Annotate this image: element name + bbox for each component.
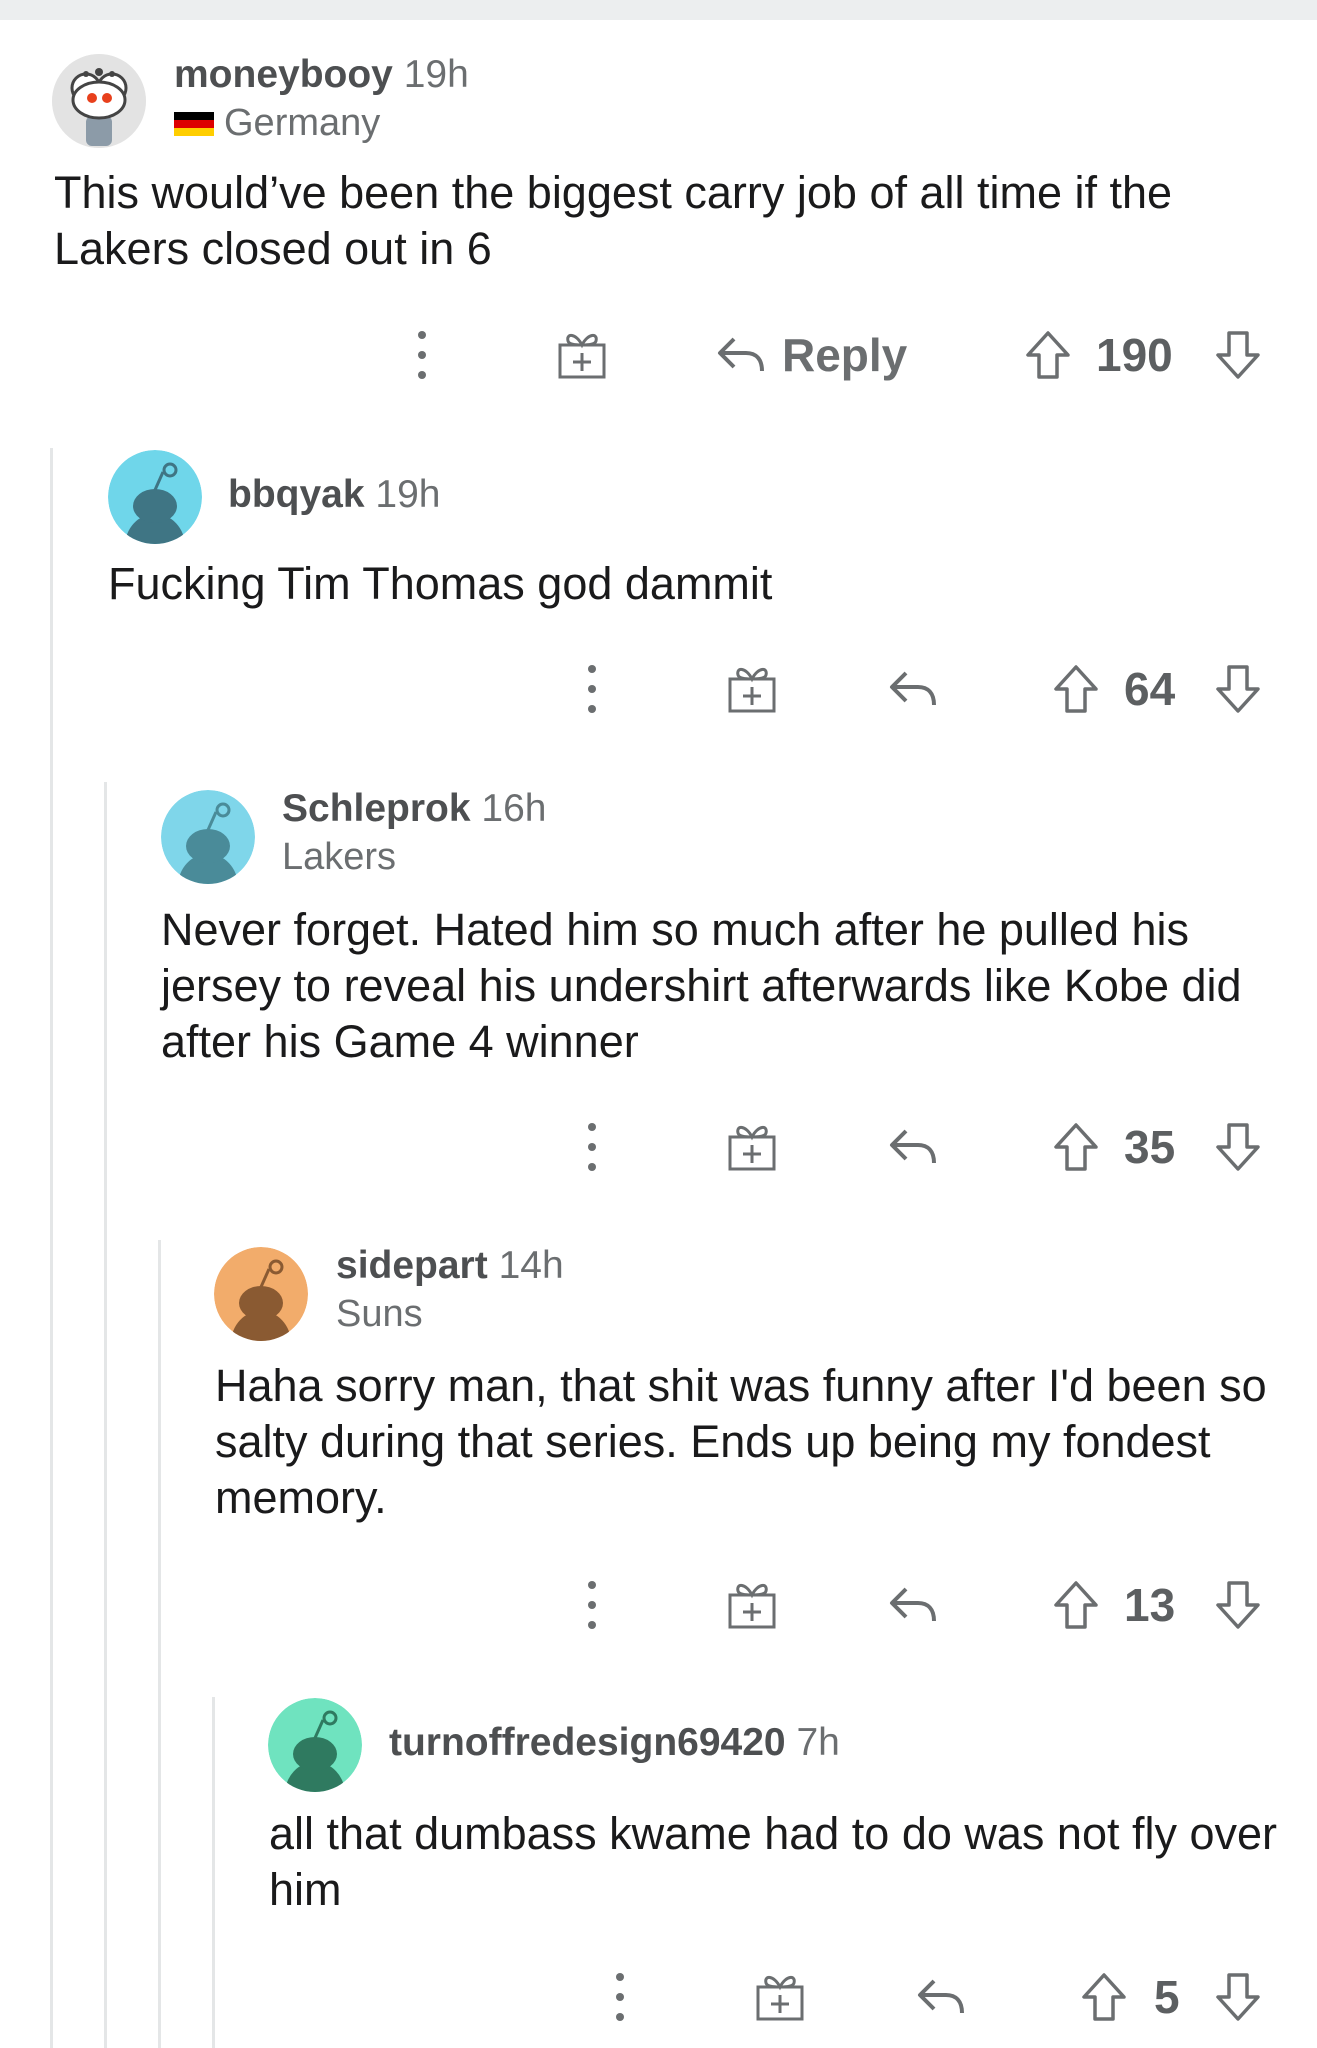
downvote-icon[interactable] [1212,1570,1264,1640]
timestamp: 19h [403,53,469,96]
avatar[interactable] [161,790,255,884]
vote-score: 190 [1096,329,1173,381]
upvote-icon[interactable] [1050,1112,1102,1182]
comment-actions: 5 [0,1962,1317,2032]
more-options-icon[interactable] [572,1112,612,1182]
timestamp: 14h [498,1244,564,1287]
vote-score: 64 [1124,663,1176,715]
user-flair: Germany [174,101,469,147]
comment-meta: turnoffredesign69420 7h [389,1720,840,1767]
award-icon[interactable] [752,1962,808,2032]
reply-icon [718,337,764,372]
avatar[interactable] [52,54,146,148]
timestamp: 16h [481,787,547,830]
username[interactable]: moneybooy [174,53,393,96]
more-options-icon[interactable] [572,654,612,724]
vote-score: 5 [1154,1971,1180,2023]
award-icon[interactable] [724,1570,780,1640]
username[interactable]: bbqyak [228,473,365,516]
award-icon[interactable] [724,1112,780,1182]
downvote-icon[interactable] [1212,654,1264,724]
upvote-icon[interactable] [1050,1570,1102,1640]
comment-body: Never forget. Hated him so much after he… [161,904,1242,1067]
comment-actions: 35 [0,1112,1317,1182]
avatar[interactable] [214,1247,308,1341]
thread-line[interactable] [104,782,107,2048]
avatar[interactable] [108,450,202,544]
comment-body: This would’ve been the biggest carry job… [54,167,1173,274]
reply-button[interactable] [886,1570,942,1640]
vote-score: 35 [1124,1121,1176,1173]
avatar[interactable] [268,1698,362,1792]
timestamp: 19h [375,473,441,516]
reply-button[interactable] [914,1962,970,2032]
award-icon[interactable] [724,654,780,724]
comment-meta: moneybooy 19h Germany [174,52,469,146]
thread-line[interactable] [158,1240,161,2048]
comment-body: Fucking Tim Thomas god dammit [108,558,773,609]
snoo-avatar-icon [161,790,255,884]
snoo-avatar-icon [268,1698,362,1792]
downvote-icon[interactable] [1212,1112,1264,1182]
snoo-avatar-icon [52,54,146,148]
reply-icon [918,1979,964,2014]
more-options-icon[interactable] [402,320,442,390]
reply-button[interactable] [886,654,942,724]
reply-button[interactable]: Reply [716,320,936,390]
username[interactable]: turnoffredesign69420 [389,1721,786,1764]
downvote-icon[interactable] [1212,1962,1264,2032]
upvote-icon[interactable] [1078,1962,1130,2032]
username[interactable]: Schleprok [282,787,471,830]
username[interactable]: sidepart [336,1244,488,1287]
comment-meta: sidepart 14h Suns [336,1243,564,1337]
reply-button[interactable] [886,1112,942,1182]
more-options-icon[interactable] [600,1962,640,2032]
comment-meta: Schleprok 16h Lakers [282,786,547,880]
reply-label: Reply [782,329,908,381]
reply-icon [890,671,936,706]
reply-icon [890,1129,936,1164]
timestamp: 7h [796,1721,840,1764]
user-flair: Lakers [282,835,547,881]
downvote-icon[interactable] [1212,320,1264,390]
award-icon[interactable] [554,320,610,390]
germany-flag-icon [174,111,214,136]
upvote-icon[interactable] [1050,654,1102,724]
flair-text: Suns [336,1292,423,1335]
comment-meta: bbqyak 19h [228,472,440,519]
flair-text: Germany [224,101,381,144]
top-bar [0,0,1317,20]
comment-actions: 64 [0,654,1317,724]
upvote-icon[interactable] [1022,320,1074,390]
vote-score: 13 [1124,1579,1176,1631]
snoo-avatar-icon [108,450,202,544]
comment-actions: 13 [0,1570,1317,1640]
comment-body: all that dumbass kwame had to do was not… [269,1808,1278,1915]
comment-actions: Reply 190 [0,320,1317,390]
user-flair: Suns [336,1292,564,1338]
reply-icon [890,1587,936,1622]
flair-text: Lakers [282,835,397,878]
comment-body: Haha sorry man, that shit was funny afte… [215,1360,1267,1523]
more-options-icon[interactable] [572,1570,612,1640]
snoo-avatar-icon [214,1247,308,1341]
